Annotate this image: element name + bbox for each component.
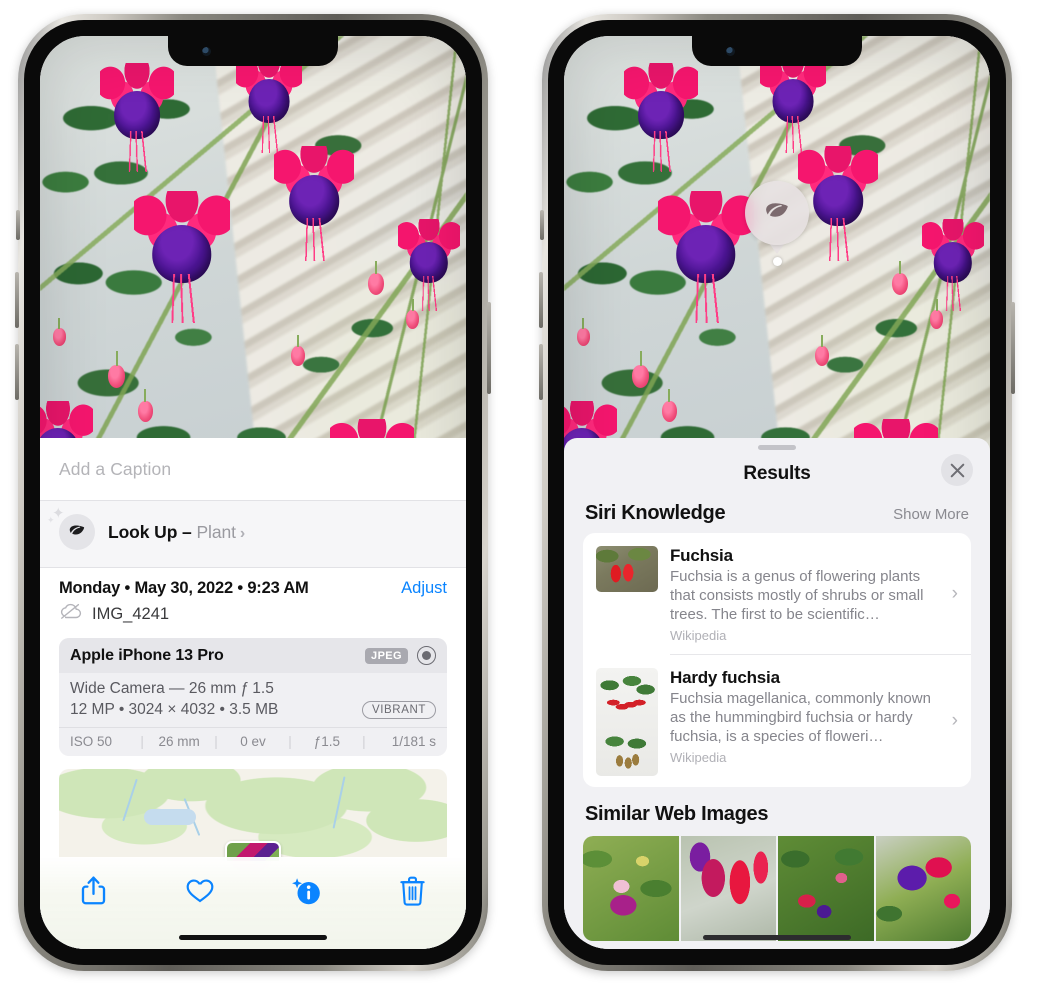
format-badge: JPEG: [365, 647, 408, 664]
color-profile-badge: VIBRANT: [361, 701, 436, 719]
power-button[interactable]: [487, 302, 491, 394]
siri-knowledge-card: Fuchsia Fuchsia is a genus of flowering …: [583, 533, 971, 787]
cloud-slash-icon: [59, 603, 83, 625]
volume-up-button[interactable]: [15, 272, 19, 328]
knowledge-item-source: Wikipedia: [670, 628, 727, 643]
knowledge-item-description: Fuchsia magellanica, commonly known as t…: [670, 690, 931, 745]
lens-info: Wide Camera — 26 mm ƒ 1.5: [70, 680, 274, 697]
knowledge-item-title: Fuchsia: [670, 546, 733, 565]
heart-icon: [185, 877, 215, 909]
hardy-fuchsia-thumbnail: [596, 668, 658, 776]
mute-switch[interactable]: [16, 210, 20, 240]
volume-down-button[interactable]: [539, 344, 543, 400]
map-river: [332, 776, 346, 830]
share-button[interactable]: [64, 873, 122, 913]
file-name: IMG_4241: [92, 604, 170, 623]
show-more-button[interactable]: Show More: [893, 506, 969, 523]
leaf-icon: [59, 514, 95, 550]
resolution-info: 12 MP • 3024 × 4032 • 3.5 MB: [70, 701, 279, 718]
volume-down-button[interactable]: [15, 344, 19, 400]
device-name: Apple iPhone 13 Pro: [70, 646, 224, 664]
left-phone-screen: Add a Caption ✦ ✦ Look Up – Plant › Mond…: [40, 36, 466, 949]
info-button[interactable]: [277, 873, 335, 913]
size-info-row: 12 MP • 3024 × 4032 • 3.5 MB VIBRANT: [70, 701, 436, 719]
right-phone-device: Results Siri Knowledge Show More Fuchsia…: [539, 14, 1015, 971]
fuchsia-thumbnail: [596, 546, 658, 592]
siri-knowledge-title: Siri Knowledge: [585, 502, 726, 524]
camera-card-badges: JPEG: [365, 646, 436, 665]
similar-image-4[interactable]: [875, 836, 971, 941]
similar-image-3[interactable]: [778, 836, 874, 941]
mute-switch[interactable]: [540, 210, 544, 240]
front-camera-icon: [726, 47, 735, 56]
map-pond: [144, 809, 197, 826]
trash-icon: [400, 876, 425, 911]
exif-shutter-speed: 1/181 s: [391, 734, 437, 749]
notch: [692, 36, 862, 66]
home-indicator[interactable]: [179, 935, 327, 940]
leaf-icon: [745, 181, 809, 245]
knowledge-item-text: Hardy fuchsia Fuchsia magellanica, commo…: [670, 668, 959, 765]
map-river: [122, 778, 138, 822]
knowledge-item-title: Hardy fuchsia: [670, 668, 780, 687]
adjust-button[interactable]: Adjust: [401, 579, 447, 598]
home-indicator[interactable]: [703, 935, 851, 940]
exif-aperture: ƒ1.5: [313, 734, 341, 749]
exif-exposure-bias: 0 ev: [240, 734, 266, 749]
capture-date: Monday • May 30, 2022 • 9:23 AM: [59, 579, 309, 597]
metadata-date-row: Monday • May 30, 2022 • 9:23 AM Adjust: [59, 579, 447, 598]
similar-image-1[interactable]: [583, 836, 679, 941]
siri-knowledge-header: Siri Knowledge Show More: [564, 498, 990, 533]
metadata-file-row: IMG_4241: [59, 603, 447, 625]
similar-web-images-title: Similar Web Images: [585, 803, 769, 825]
results-header: Results: [564, 450, 990, 498]
chevron-right-icon: ›: [239, 524, 246, 542]
knowledge-item-source: Wikipedia: [670, 750, 727, 765]
similar-web-images-header: Similar Web Images: [564, 787, 990, 832]
results-sheet: Results Siri Knowledge Show More Fuchsia…: [564, 438, 990, 949]
visual-lookup-badge[interactable]: [745, 181, 809, 266]
info-sparkle-icon: [289, 875, 323, 912]
left-phone-device: Add a Caption ✦ ✦ Look Up – Plant › Mond…: [15, 14, 491, 971]
photo-metadata: Monday • May 30, 2022 • 9:23 AM Adjust I…: [40, 568, 466, 625]
knowledge-item-text: Fuchsia Fuchsia is a genus of flowering …: [670, 546, 959, 643]
look-up-label: Look Up – Plant ›: [108, 521, 246, 542]
knowledge-item[interactable]: Hardy fuchsia Fuchsia magellanica, commo…: [583, 655, 971, 787]
chevron-right-icon: ›: [951, 710, 958, 731]
knowledge-item[interactable]: Fuchsia Fuchsia is a genus of flowering …: [583, 533, 971, 654]
volume-up-button[interactable]: [539, 272, 543, 328]
sparkle-small-icon: ✦: [47, 515, 55, 525]
right-phone-screen: Results Siri Knowledge Show More Fuchsia…: [564, 36, 990, 949]
results-title: Results: [743, 463, 811, 484]
similar-web-images-grid: [583, 836, 971, 941]
power-button[interactable]: [1011, 302, 1015, 394]
exif-row: ISO 50 | 26 mm | 0 ev | ƒ1.5 | 1/181 s: [59, 727, 447, 756]
look-up-row[interactable]: ✦ ✦ Look Up – Plant ›: [47, 506, 447, 550]
close-button[interactable]: [941, 454, 973, 486]
caption-placeholder: Add a Caption: [59, 458, 172, 479]
share-icon: [80, 875, 107, 911]
similar-image-2[interactable]: [680, 836, 776, 941]
look-up-subject: Plant: [196, 521, 236, 542]
chevron-right-icon: ›: [951, 582, 958, 604]
camera-card-header: Apple iPhone 13 Pro JPEG: [59, 638, 447, 673]
caption-input-row[interactable]: Add a Caption: [40, 438, 466, 500]
close-icon: [950, 463, 964, 477]
badge-anchor-dot: [772, 257, 782, 266]
notch: [168, 36, 338, 66]
raw-circle-icon: [417, 646, 436, 665]
exif-focal-length: 26 mm: [158, 734, 200, 749]
delete-button[interactable]: [384, 873, 442, 913]
exif-iso: ISO 50: [70, 734, 113, 749]
front-camera-icon: [202, 47, 211, 56]
screenshot-canvas: Add a Caption ✦ ✦ Look Up – Plant › Mond…: [0, 0, 1055, 985]
camera-card-body: Wide Camera — 26 mm ƒ 1.5 12 MP • 3024 ×…: [59, 673, 447, 727]
location-map-card[interactable]: [59, 769, 447, 861]
favorite-button[interactable]: [171, 873, 229, 913]
knowledge-item-description: Fuchsia is a genus of flowering plants t…: [670, 568, 924, 623]
camera-info-card[interactable]: Apple iPhone 13 Pro JPEG Wide Camera — 2…: [59, 638, 447, 756]
look-up-section: ✦ ✦ Look Up – Plant ›: [40, 501, 466, 567]
